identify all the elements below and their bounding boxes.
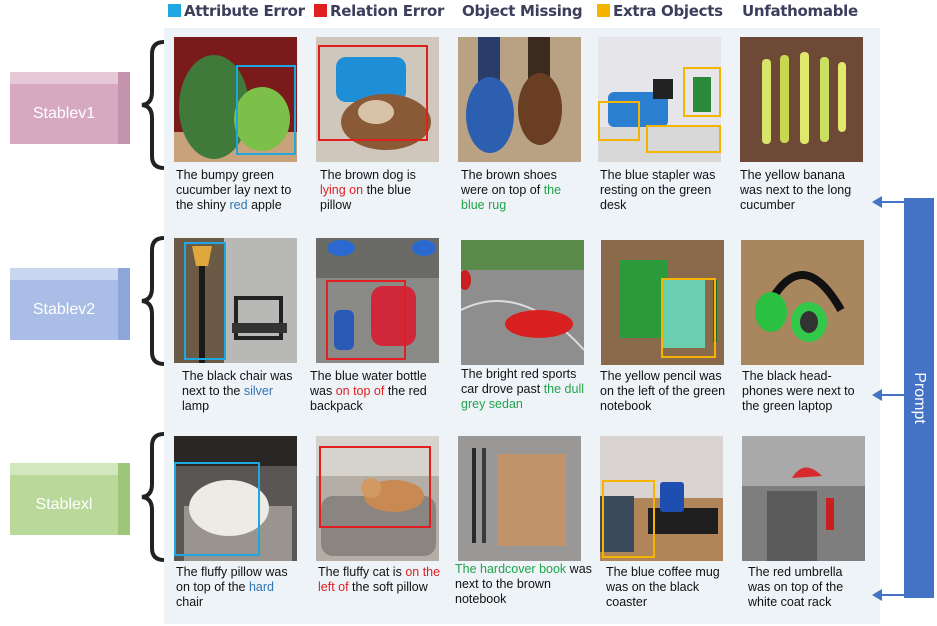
- image-pencil-notebook: [601, 240, 724, 365]
- attribute-error-bbox: [184, 242, 226, 360]
- image-banana-cucumber: [740, 37, 863, 162]
- image-chair-lamp: [174, 238, 297, 363]
- caption-r1c4: The black head-phones were next to the g…: [742, 369, 855, 413]
- caption-r0c1: The brown dog is lying on the blue pillo…: [320, 168, 416, 212]
- image-hardcover-book: [458, 436, 581, 561]
- legend-extra-objects: Extra Objects: [597, 2, 723, 20]
- caption-r1c0: The black chair was next to the silver l…: [182, 369, 293, 413]
- model-box-stablev2: Stablev2: [10, 268, 130, 340]
- extra-objects-bbox-2: [598, 101, 640, 141]
- caption-r0c4: The yellow banana was next to the long c…: [740, 168, 852, 212]
- image-umbrella: [742, 436, 865, 561]
- extra-objects-swatch: [597, 4, 610, 17]
- brace-row-3: [141, 432, 165, 562]
- caption-r1c3: The yellow pencil was on the left of the…: [600, 369, 726, 413]
- relation-error-bbox: [318, 45, 428, 141]
- caption-r2c0: The fluffy pillow was on top of the hard…: [176, 565, 288, 609]
- image-bottle-backpack: [316, 238, 439, 363]
- prompt-arrow-row-3: [872, 589, 904, 601]
- model-box-stablev1: Stablev1: [10, 72, 130, 144]
- image-sports-car: [461, 240, 584, 365]
- brace-row-1: [141, 40, 165, 170]
- caption-r2c3: The blue coffee mug was on the black coa…: [606, 565, 720, 609]
- extra-objects-bbox-3: [646, 125, 721, 153]
- prompt-arrow-row-1: [872, 196, 904, 208]
- image-cat-pillow: [316, 436, 439, 561]
- relation-error-swatch: [314, 4, 327, 17]
- relation-error-bbox: [326, 280, 406, 360]
- caption-r0c0: The bumpy green cucumber lay next to the…: [176, 168, 292, 212]
- image-coffee-mug: [600, 436, 723, 561]
- model-box-stablexl: Stablexl: [10, 463, 130, 535]
- attribute-error-bbox: [174, 462, 260, 556]
- caption-r1c2: The bright red sports car drove past the…: [461, 367, 584, 411]
- prompt-label: Prompt: [911, 372, 929, 424]
- legend-object-missing: Object Missing: [462, 2, 583, 20]
- relation-error-bbox: [319, 446, 431, 528]
- extra-objects-bbox-1: [683, 67, 721, 117]
- attribute-error-bbox: [236, 65, 296, 155]
- extra-objects-bbox: [602, 480, 655, 558]
- image-headphones: [741, 240, 864, 365]
- legend-attribute-error: Attribute Error: [168, 2, 305, 20]
- image-dog-pillow: [316, 37, 439, 162]
- caption-r0c3: The blue stapler was resting on the gree…: [600, 168, 716, 212]
- caption-r2c2: The hardcover book was next to the brown…: [455, 562, 592, 606]
- image-stapler-desk: [598, 37, 721, 162]
- caption-r2c4: The red umbrella was on top of the white…: [748, 565, 844, 609]
- caption-r1c1: The blue water bottle was on top of the …: [310, 369, 427, 413]
- prompt-arrow-row-2: [872, 389, 904, 401]
- caption-r2c1: The fluffy cat is on the left of the sof…: [318, 565, 441, 594]
- image-shoes: [458, 37, 581, 162]
- image-pillow-chair: [174, 436, 297, 561]
- attribute-error-swatch: [168, 4, 181, 17]
- image-cucumber-apple: [174, 37, 297, 162]
- extra-objects-bbox: [661, 278, 716, 358]
- legend-relation-error: Relation Error: [314, 2, 444, 20]
- legend-unfathomable: Unfathomable: [742, 2, 858, 20]
- brace-row-2: [141, 236, 165, 366]
- caption-r0c2: The brown shoes were on top of the blue …: [461, 168, 562, 212]
